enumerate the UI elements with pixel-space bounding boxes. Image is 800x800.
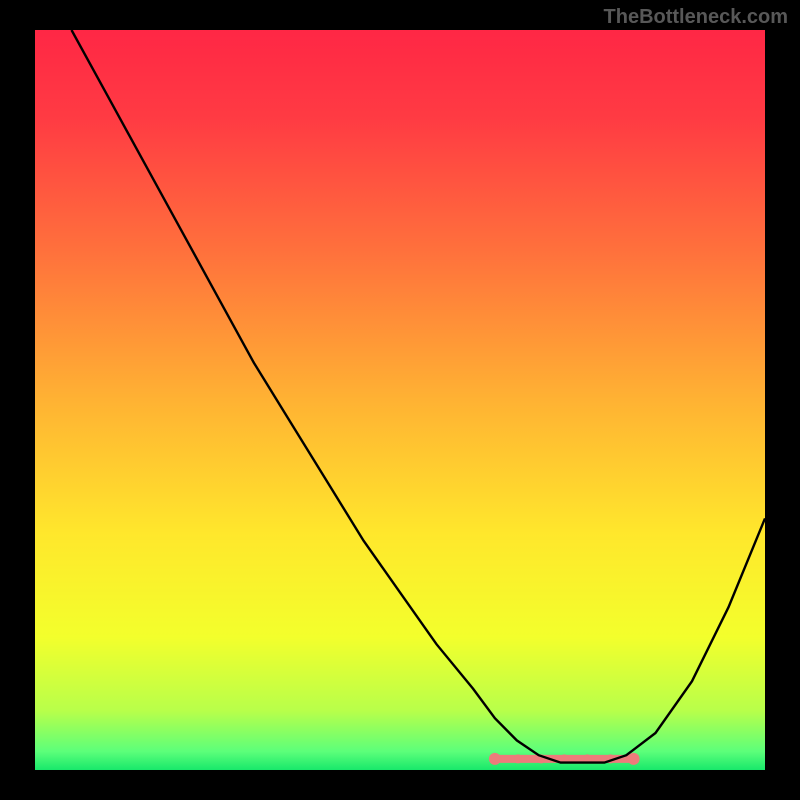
- bottleneck-chart: [35, 30, 765, 770]
- gradient-background: [35, 30, 765, 770]
- chart-svg: [35, 30, 765, 770]
- watermark-text: TheBottleneck.com: [604, 6, 788, 29]
